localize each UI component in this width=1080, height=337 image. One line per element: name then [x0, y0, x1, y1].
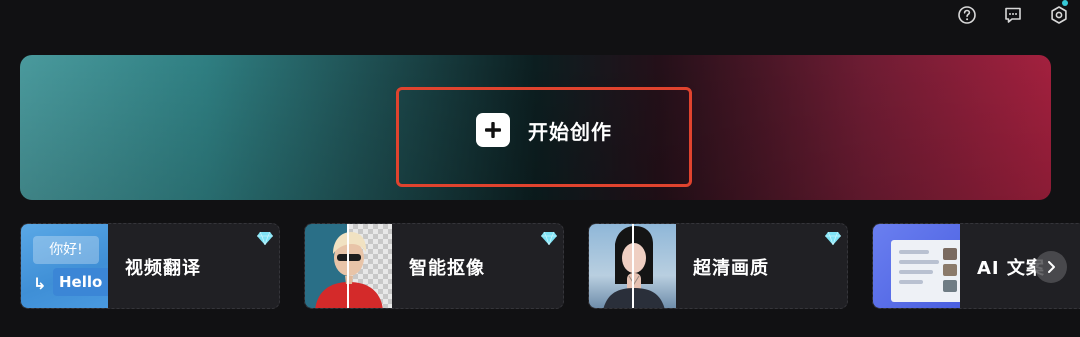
home-page: 开始创作 你好! ↳ Hello 视频翻译 智能抠像 超清画质 AI 文案: [0, 0, 1080, 337]
feature-card-hd-quality[interactable]: 超清画质: [588, 223, 848, 309]
arrow-icon: ↳: [33, 274, 47, 293]
diamond-icon: [257, 231, 273, 245]
feature-card-video-translate[interactable]: 你好! ↳ Hello 视频翻译: [20, 223, 280, 309]
help-icon[interactable]: [956, 4, 978, 26]
hero-banner: 开始创作: [20, 55, 1051, 200]
feedback-icon[interactable]: [1002, 4, 1024, 26]
feature-label: 智能抠像: [409, 258, 485, 279]
split-line: [632, 224, 634, 308]
split-line: [347, 224, 349, 308]
plus-icon: [476, 113, 510, 147]
notification-dot: [1062, 0, 1068, 6]
chevron-right-icon: [1048, 261, 1055, 273]
thumb-text-chinese: 你好!: [33, 236, 99, 264]
feature-cards: 你好! ↳ Hello 视频翻译 智能抠像 超清画质 AI 文案: [20, 223, 1080, 309]
feature-label: 视频翻译: [125, 258, 201, 279]
top-toolbar: [940, 0, 1080, 26]
feature-card-smart-cutout[interactable]: 智能抠像: [304, 223, 564, 309]
feature-label: 超清画质: [693, 258, 769, 279]
carousel-next-button[interactable]: [1035, 251, 1067, 283]
diamond-icon: [825, 231, 841, 245]
start-create-label: 开始创作: [528, 119, 612, 144]
hd-quality-thumbnail: [589, 224, 676, 308]
start-create-content: 开始创作: [476, 113, 612, 147]
ai-copywriting-thumbnail: [873, 224, 960, 308]
document-preview: [891, 240, 960, 302]
smart-cutout-thumbnail: [305, 224, 392, 308]
video-translate-thumbnail: 你好! ↳ Hello: [21, 224, 108, 308]
start-create-button[interactable]: 开始创作: [396, 87, 692, 187]
diamond-icon: [541, 231, 557, 245]
thumb-text-english: Hello: [53, 268, 108, 296]
settings-icon[interactable]: [1048, 0, 1070, 26]
